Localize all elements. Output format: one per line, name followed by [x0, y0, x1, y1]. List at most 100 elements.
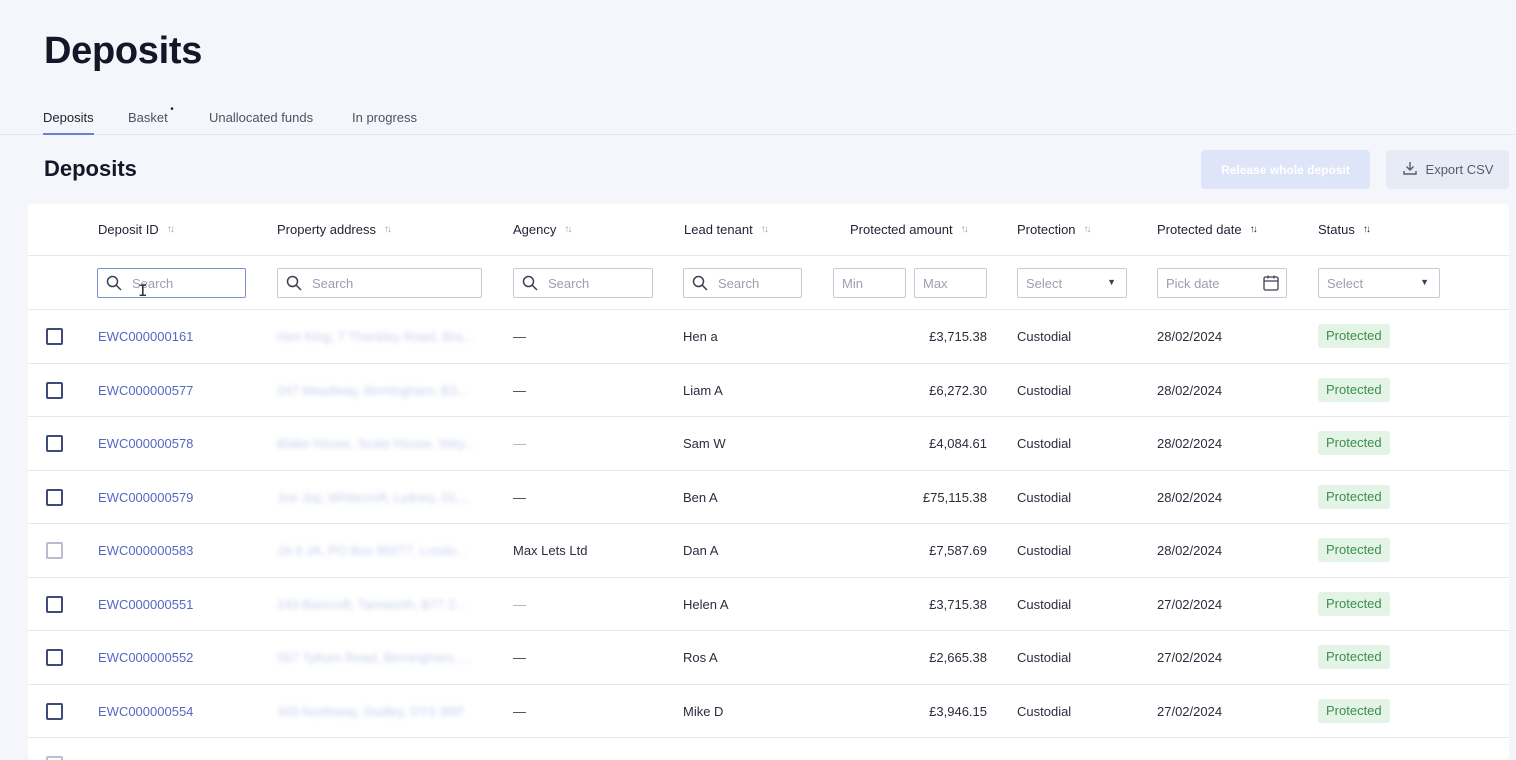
column-header-lead-tenant[interactable]: Lead tenant ↑↓ — [684, 222, 769, 237]
placeholder-text: Search — [548, 275, 590, 291]
protected-date-cell: 28/02/2024 — [1157, 329, 1223, 344]
status-badge: Protected — [1318, 324, 1390, 348]
table-row: EWC000000551 243 Bancroft, Tamworth, B77… — [28, 578, 1509, 631]
deposit-id-link[interactable]: EWC000000578 — [98, 436, 193, 451]
protected-date-picker[interactable]: Pick date — [1157, 268, 1287, 298]
property-address-link[interactable]: 343 Northway, Dudley, DY3 3RP — [277, 704, 464, 719]
table-row: EWC000000554 343 Northway, Dudley, DY3 3… — [28, 685, 1509, 738]
column-label: Agency — [513, 222, 557, 237]
sort-icon: ↑↓ — [1083, 224, 1092, 235]
lead-tenant-cell: Helen A — [683, 596, 729, 612]
sort-ascending-icon: ↑↓ — [1249, 224, 1258, 235]
protected-amount-cell: £3,946.15 — [929, 703, 987, 719]
lead-tenant-search-input[interactable]: Search — [683, 268, 802, 298]
tab-in-progress[interactable]: In progress — [352, 110, 417, 125]
column-label: Protection — [1017, 222, 1076, 237]
row-checkbox[interactable] — [46, 381, 63, 399]
search-icon — [692, 275, 708, 291]
protected-date-cell: 28/02/2024 — [1157, 489, 1223, 505]
protection-cell: Custodial — [1017, 596, 1072, 612]
text-cursor-icon: I — [138, 281, 148, 300]
deposit-id-search-input[interactable]: Search — [97, 268, 246, 298]
table-row: EWC000000552 567 Tyburn Road, Birmingham… — [28, 631, 1509, 685]
row-checkbox[interactable] — [46, 756, 63, 760]
property-address-link[interactable]: Hen King, 7 Thackley Road, Bra... — [277, 329, 473, 344]
agency-cell: — — [513, 489, 526, 505]
tab-deposits[interactable]: Deposits — [43, 110, 94, 135]
tab-bar: Deposits Basket • Unallocated funds In p… — [0, 104, 1516, 135]
placeholder-text: Select — [1327, 275, 1364, 291]
basket-indicator-dot: • — [170, 104, 174, 115]
deposit-id-link[interactable]: EWC000000579 — [98, 490, 193, 505]
agency-cell: — — [513, 436, 526, 451]
protected-date-cell: 28/02/2024 — [1157, 436, 1223, 451]
protection-select[interactable]: Select ▼ — [1017, 268, 1127, 298]
property-address-link[interactable]: JA 9 JA, PO Box 80277, Londo... — [277, 543, 467, 558]
column-header-agency[interactable]: Agency ↑↓ — [513, 222, 572, 237]
column-header-protected-amount[interactable]: Protected amount ↑↓ — [850, 222, 969, 237]
chevron-down-icon: ▼ — [1107, 277, 1116, 287]
table-row: EWC000000578 Blake House, Scale House, W… — [28, 417, 1509, 471]
agency-search-input[interactable]: Search — [513, 268, 653, 298]
deposits-table: Deposit ID ↑↓ Property address ↑↓ Agency ↑↓… — [28, 204, 1509, 760]
sort-icon: ↑↓ — [1362, 224, 1371, 235]
deposit-id-link[interactable]: EWC000000583 — [98, 543, 193, 558]
column-header-status[interactable]: Status ↑↓ — [1318, 222, 1371, 237]
column-label: Property address — [277, 222, 376, 237]
status-select[interactable]: Select ▼ — [1318, 268, 1440, 298]
protected-amount-cell: £2,665.38 — [929, 650, 987, 665]
row-checkbox[interactable] — [46, 702, 63, 720]
column-header-protected-date[interactable]: Protected date ↑↓ — [1157, 222, 1258, 237]
protected-date-cell: 28/02/2024 — [1157, 382, 1223, 398]
deposit-id-link[interactable]: EWC000000161 — [98, 329, 193, 344]
tab-basket[interactable]: Basket • — [128, 104, 174, 125]
column-header-deposit-id[interactable]: Deposit ID ↑↓ — [98, 222, 175, 237]
row-checkbox[interactable] — [46, 435, 63, 452]
column-header-property-address[interactable]: Property address ↑↓ — [277, 222, 392, 237]
status-badge: Protected — [1318, 591, 1390, 616]
column-header-protection[interactable]: Protection ↑↓ — [1017, 222, 1092, 237]
tab-unallocated-funds[interactable]: Unallocated funds — [209, 110, 313, 125]
protection-cell: Custodial — [1017, 382, 1072, 398]
row-checkbox[interactable] — [46, 595, 63, 613]
property-address-link[interactable]: 567 Tyburn Road, Birmingham, ... — [277, 650, 471, 665]
deposit-id-link[interactable]: EWC000000552 — [98, 650, 193, 665]
amount-min-input[interactable]: Min — [833, 268, 906, 298]
release-whole-deposit-button[interactable]: Release whole deposit — [1201, 150, 1370, 189]
property-address-link[interactable]: Blake House, Scale House, Wey... — [277, 436, 475, 451]
table-row: EWC000000161 Hen King, 7 Thackley Road, … — [28, 310, 1509, 364]
lead-tenant-cell: Ros A — [683, 650, 718, 665]
search-icon — [286, 275, 302, 291]
deposit-id-link[interactable]: EWC000000551 — [98, 597, 193, 612]
protection-cell: Custodial — [1017, 543, 1072, 558]
placeholder-text: Max — [923, 275, 948, 291]
agency-cell: — — [513, 596, 526, 612]
property-address-link[interactable]: 243 Bancroft, Tamworth, B77 2... — [277, 597, 466, 612]
chevron-down-icon: ▼ — [1420, 277, 1429, 287]
protected-date-cell: 28/02/2024 — [1157, 543, 1223, 558]
tab-basket-label: Basket — [128, 110, 168, 125]
filter-row: Search Search Search Search Min Max Sele… — [28, 256, 1509, 310]
table-row-partial — [28, 738, 1509, 760]
deposit-id-link[interactable]: EWC000000577 — [98, 383, 193, 398]
protected-amount-cell: £3,715.38 — [929, 329, 987, 344]
row-checkbox[interactable] — [46, 542, 63, 559]
status-badge: Protected — [1318, 484, 1390, 509]
placeholder-text: Select — [1026, 275, 1063, 291]
row-checkbox[interactable] — [46, 488, 63, 506]
row-checkbox[interactable] — [46, 649, 63, 666]
amount-max-input[interactable]: Max — [914, 268, 987, 298]
property-address-link[interactable]: Joe Joy, Whitecroft, Lydney, GL... — [277, 490, 470, 505]
property-address-search-input[interactable]: Search — [277, 268, 482, 298]
export-csv-button[interactable]: Export CSV — [1386, 150, 1509, 189]
column-label: Lead tenant — [684, 222, 753, 237]
protection-cell: Custodial — [1017, 650, 1072, 665]
lead-tenant-cell: Liam A — [683, 382, 723, 398]
deposit-id-link[interactable]: EWC000000554 — [98, 704, 193, 719]
column-label: Status — [1318, 222, 1355, 237]
lead-tenant-cell: Mike D — [683, 703, 724, 719]
row-checkbox[interactable] — [46, 328, 63, 345]
property-address-link[interactable]: 247 Meadway, Birmingham, B3... — [277, 383, 468, 398]
status-badge: Protected — [1318, 431, 1390, 455]
column-label: Deposit ID — [98, 222, 159, 237]
